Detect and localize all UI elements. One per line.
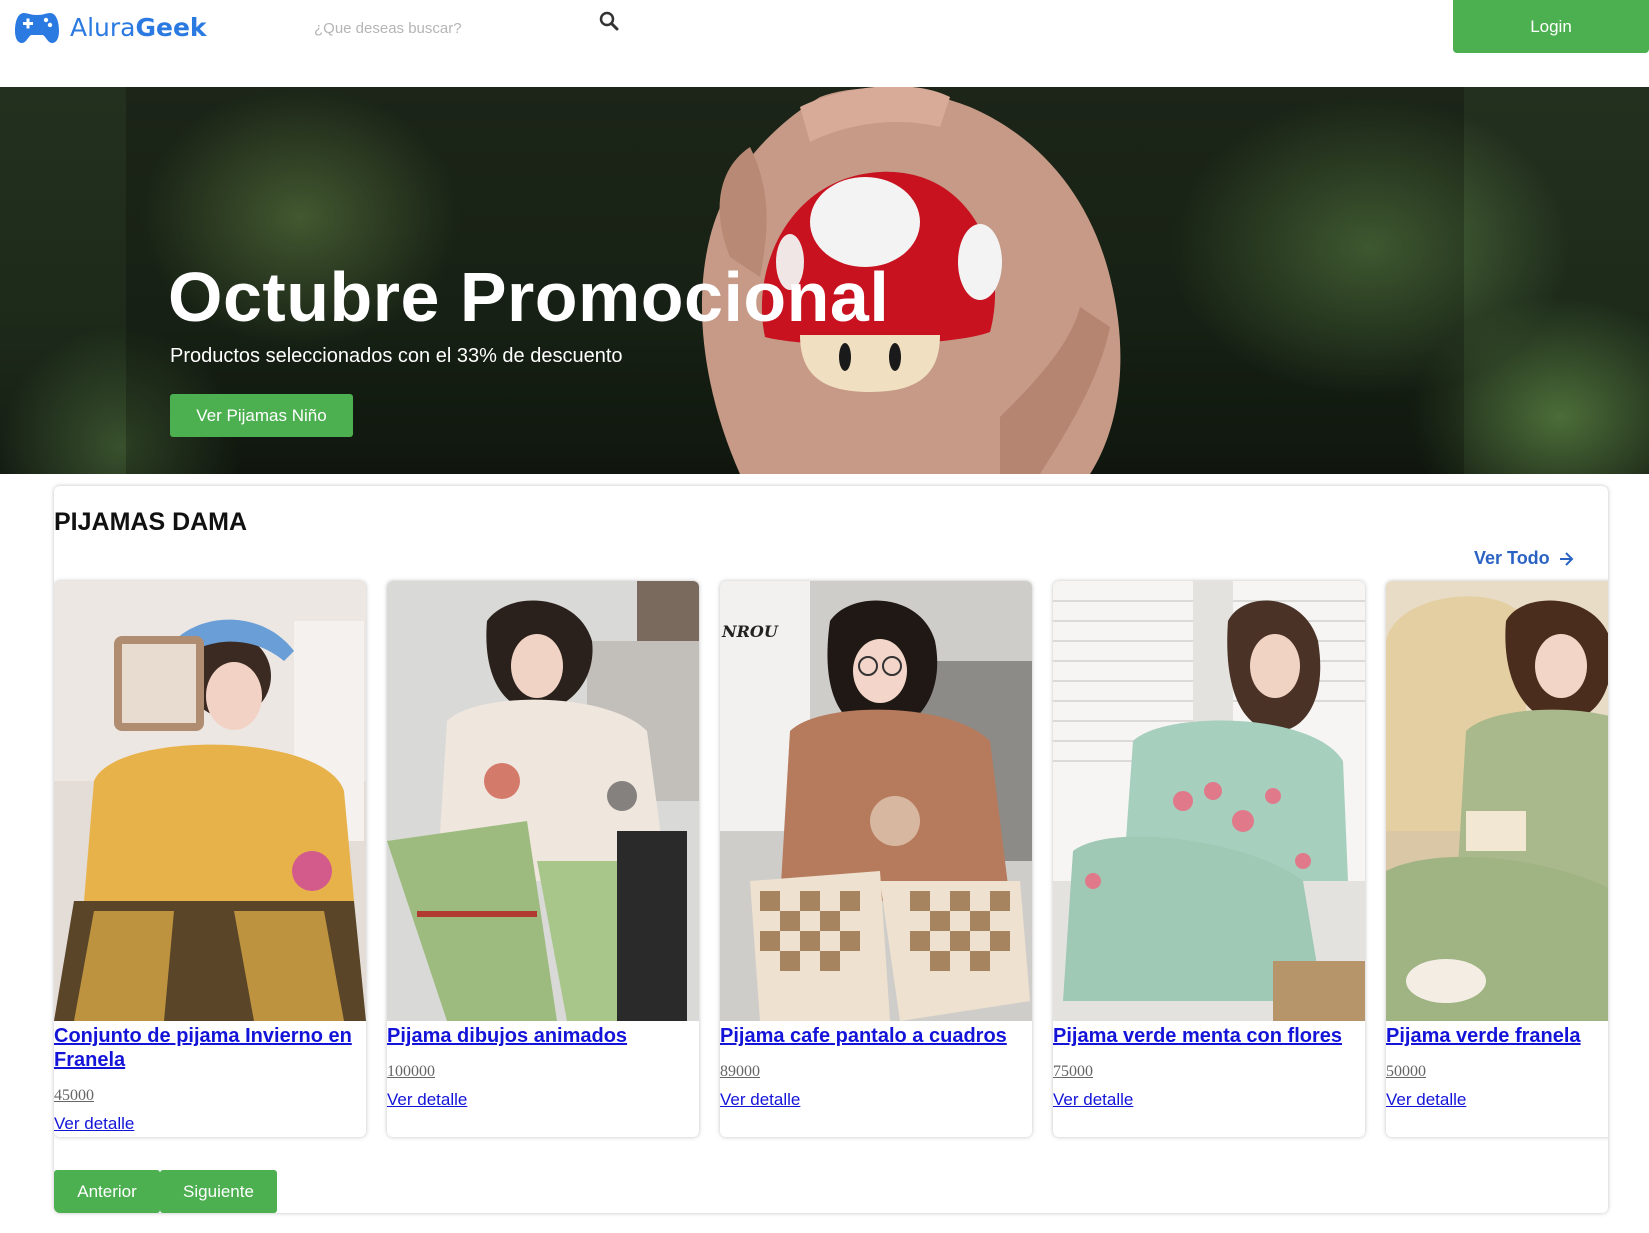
product-detail-link[interactable]: Ver detalle [1386, 1090, 1466, 1110]
product-price: 45000 [54, 1087, 94, 1104]
product-section: PIJAMAS DAMA Ver Todo Conjunto de pijama… [54, 486, 1608, 1213]
product-card[interactable]: Pijama dibujos animados 100000 Ver detal… [387, 581, 699, 1137]
product-detail-link[interactable]: Ver detalle [720, 1090, 800, 1110]
search-input[interactable] [312, 12, 628, 44]
logo[interactable]: AluraGeek [14, 9, 207, 45]
header: AluraGeek Login [0, 0, 1649, 87]
product-title[interactable]: Pijama verde franela [1386, 1024, 1608, 1048]
product-title[interactable]: Pijama dibujos animados [387, 1024, 692, 1048]
product-price: 89000 [720, 1063, 760, 1080]
previous-button[interactable]: Anterior [54, 1170, 160, 1213]
view-all-label: Ver Todo [1474, 548, 1550, 568]
product-carousel: Conjunto de pijama Invierno en Franela 4… [54, 581, 1608, 1141]
gamepad-icon [15, 13, 59, 43]
product-title[interactable]: Pijama cafe pantalo a cuadros [720, 1024, 1025, 1048]
view-all-link[interactable]: Ver Todo [1474, 548, 1574, 569]
product-image[interactable] [387, 581, 699, 1021]
product-image[interactable] [1386, 581, 1608, 1021]
product-title[interactable]: Pijama verde menta con flores [1053, 1024, 1358, 1048]
product-image[interactable] [54, 581, 366, 1021]
product-card[interactable]: NROU Pijama cafe pantalo a cuadros 89000… [720, 581, 1032, 1137]
product-title[interactable]: Conjunto de pijama Invierno en Franela [54, 1024, 359, 1072]
product-card[interactable]: Pijama verde franela 50000 Ver detalle [1386, 581, 1608, 1137]
product-detail-link[interactable]: Ver detalle [1053, 1090, 1133, 1110]
product-price: 75000 [1053, 1063, 1093, 1080]
product-card[interactable]: Conjunto de pijama Invierno en Franela 4… [54, 581, 366, 1137]
svg-text:NROU: NROU [721, 622, 779, 641]
product-detail-link[interactable]: Ver detalle [54, 1114, 134, 1134]
hero-banner: Octubre Promocional Productos selecciona… [0, 87, 1649, 474]
hero-title: Octubre Promocional [168, 258, 890, 336]
product-image[interactable] [1053, 581, 1365, 1021]
hero-cta-button[interactable]: Ver Pijamas Niño [170, 394, 353, 437]
login-button[interactable]: Login [1453, 0, 1649, 53]
brand-name: AluraGeek [70, 12, 207, 42]
product-detail-link[interactable]: Ver detalle [387, 1090, 467, 1110]
product-card[interactable]: Pijama verde menta con flores 75000 Ver … [1053, 581, 1365, 1137]
arrow-right-icon [1559, 551, 1574, 566]
product-price: 100000 [387, 1063, 435, 1080]
search-icon[interactable] [598, 10, 620, 32]
next-button[interactable]: Siguiente [160, 1170, 277, 1213]
section-title: PIJAMAS DAMA [54, 508, 248, 536]
product-price: 50000 [1386, 1063, 1426, 1080]
hero-subtitle: Productos seleccionados con el 33% de de… [170, 345, 623, 367]
product-image[interactable]: NROU [720, 581, 1032, 1021]
